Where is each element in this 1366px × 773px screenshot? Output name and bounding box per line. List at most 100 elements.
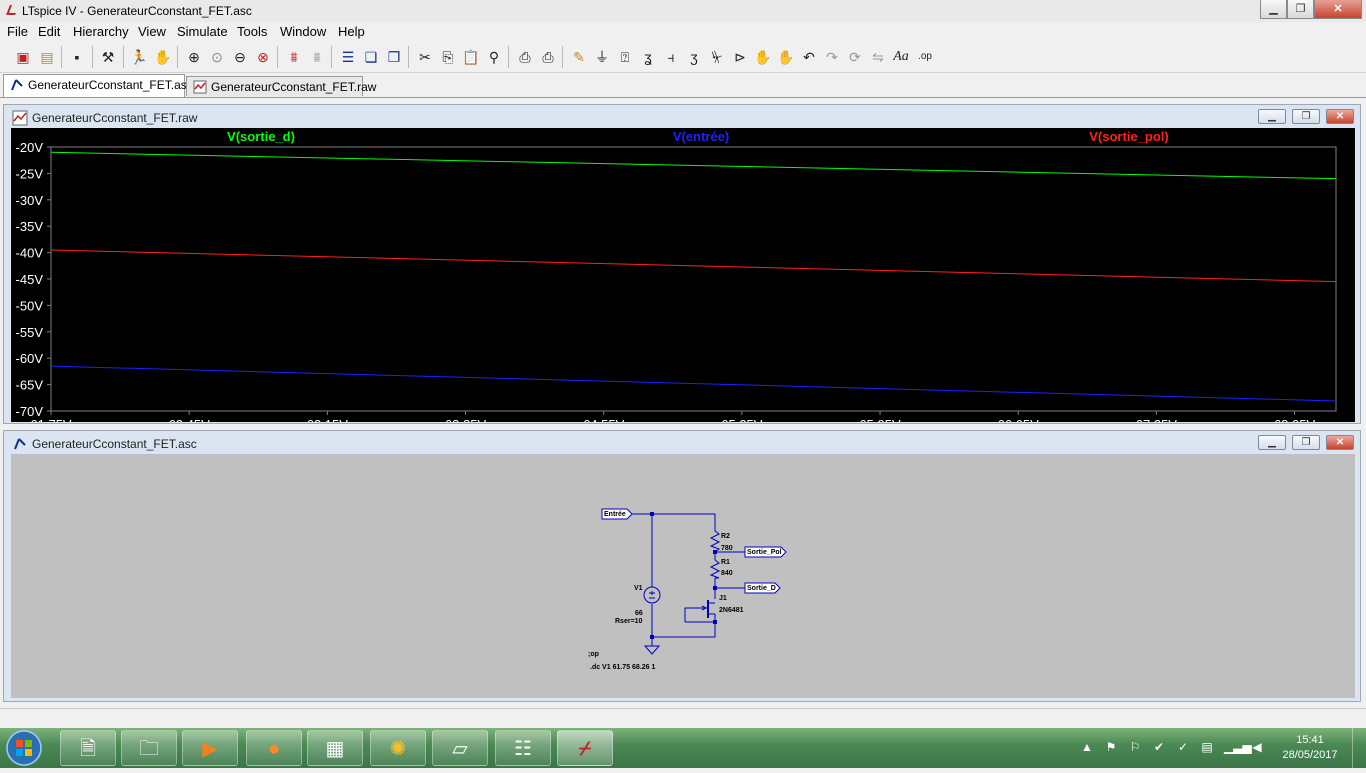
document-tab-bar: GenerateurCconstant_FET.asc GenerateurCc…: [0, 73, 1366, 98]
clock-date[interactable]: 28/05/2017: [1280, 749, 1340, 761]
text-icon[interactable]: Aa: [892, 48, 910, 66]
waveform-chart[interactable]: -20V -25V -30V -35V -40V -45V -50V -55V -60V -65V…: [11, 128, 1355, 422]
close-button[interactable]: ✕: [1326, 435, 1354, 450]
sync-icon[interactable]: ✓: [1176, 740, 1190, 754]
resistor-icon[interactable]: ʓ: [639, 48, 657, 66]
start-button[interactable]: [4, 728, 54, 768]
volume-icon[interactable]: ◀: [1250, 740, 1264, 754]
junctions: [650, 512, 717, 639]
taskbar: 🗎 🗀 ▶ ● ▦ ✺ ▱ ☷ ⌿ ▲ ⚑ ⚐ ✔ ✓ ▤ ▁▃▅ ◀ 15:4…: [0, 728, 1366, 768]
copy-icon[interactable]: ⎘: [439, 48, 457, 66]
tab-waveform[interactable]: GenerateurCconstant_FET.raw: [186, 76, 376, 96]
waveform-plot[interactable]: -20V -25V -30V -35V -40V -45V -50V -55V -60V -65V…: [11, 128, 1355, 422]
restore-button[interactable]: ❐: [1292, 109, 1320, 124]
x-tick-label: 63.15V: [307, 417, 349, 422]
menu-simulate[interactable]: Simulate: [177, 24, 228, 39]
label-net-icon[interactable]: ⍰: [616, 48, 634, 66]
flag-icon[interactable]: ⚐: [1128, 740, 1142, 754]
ground-icon[interactable]: ⏚: [593, 48, 611, 66]
capacitor-icon[interactable]: ⫞: [662, 48, 680, 66]
tab-schematic[interactable]: GenerateurCconstant_FET.asc: [3, 74, 193, 97]
find-icon[interactable]: ⚲: [485, 48, 503, 66]
toolbar-separator: [562, 46, 563, 68]
spice-directive-icon[interactable]: .op: [916, 48, 934, 66]
taskbar-documents[interactable]: ☷: [495, 730, 551, 766]
compass-icon: ✺: [389, 738, 407, 760]
restore-button[interactable]: ❐: [1292, 435, 1320, 450]
new-schematic-icon[interactable]: ▣: [14, 48, 32, 66]
close-button[interactable]: ✕: [1314, 0, 1362, 19]
signal-icon[interactable]: ▁▃▅: [1224, 740, 1252, 754]
zoom-out-icon[interactable]: ⊖: [231, 48, 249, 66]
schematic-canvas[interactable]: Entrée Sortie_Pol Sortie_D R2 780 R1 840…: [11, 454, 1355, 698]
inductor-icon[interactable]: ʒ: [685, 48, 703, 66]
taskbar-wordpad[interactable]: 🗎: [60, 730, 116, 766]
halt-icon[interactable]: ✋: [154, 48, 172, 66]
cut-icon[interactable]: ✂: [416, 48, 434, 66]
drag-icon[interactable]: ✋: [777, 48, 795, 66]
menu-tools[interactable]: Tools: [237, 24, 267, 39]
clock-time[interactable]: 15:41: [1280, 734, 1340, 746]
menu-edit[interactable]: Edit: [38, 24, 60, 39]
r1-value: 840: [721, 570, 733, 577]
rotate-icon[interactable]: ⟳: [846, 48, 864, 66]
y-tick-label: -45V: [16, 272, 44, 287]
save-icon[interactable]: ▪: [68, 48, 86, 66]
paste-icon[interactable]: 📋: [462, 48, 480, 66]
taskbar-calculator[interactable]: ▦: [307, 730, 363, 766]
maximize-button[interactable]: ❐: [1287, 0, 1314, 19]
update-icon[interactable]: ✔: [1152, 740, 1166, 754]
menu-window[interactable]: Window: [280, 24, 326, 39]
print-icon[interactable]: ⎙: [539, 48, 557, 66]
zoom-in-icon[interactable]: ⊕: [185, 48, 203, 66]
schematic-drawing[interactable]: Entrée Sortie_Pol Sortie_D R2 780 R1 840…: [11, 454, 1355, 698]
move-icon[interactable]: ✋: [754, 48, 772, 66]
taskbar-ltspice[interactable]: ⌿: [557, 730, 613, 766]
minimize-button[interactable]: ▁: [1260, 0, 1287, 19]
network-center-icon[interactable]: ⚑: [1104, 740, 1118, 754]
show-desktop-button[interactable]: [1352, 728, 1366, 768]
open-icon[interactable]: ▤: [38, 48, 56, 66]
minimize-button[interactable]: ▁: [1258, 109, 1286, 124]
ltspice-icon: ⌿: [579, 738, 591, 760]
draw-wire-icon[interactable]: ✎: [570, 48, 588, 66]
device-icon[interactable]: ▤: [1200, 740, 1214, 754]
menu-view[interactable]: View: [138, 24, 166, 39]
x-tick-label: 63.85V: [445, 417, 487, 422]
cascade-icon[interactable]: ❏: [362, 48, 380, 66]
minimize-button[interactable]: ▁: [1258, 435, 1286, 450]
tile-horizontal-icon[interactable]: ☰: [339, 48, 357, 66]
menu-help[interactable]: Help: [338, 24, 365, 39]
close-button[interactable]: ✕: [1326, 109, 1354, 124]
pan-icon[interactable]: ⊙: [208, 48, 226, 66]
ltspice-logo-icon: [6, 5, 16, 15]
title-bar: LTspice IV - GenerateurCconstant_FET.asc…: [0, 0, 1366, 23]
zoom-fit-icon[interactable]: ⊗: [254, 48, 272, 66]
y-tick-label: -25V: [16, 166, 44, 181]
x-tick-label: 68.05V: [1274, 417, 1316, 422]
taskbar-explorer[interactable]: 🗀: [121, 730, 177, 766]
tile-vertical-icon[interactable]: ❐: [385, 48, 403, 66]
taskbar-notes[interactable]: ▱: [432, 730, 488, 766]
media-player-icon: ▶: [202, 738, 218, 760]
redo-icon[interactable]: ↷: [823, 48, 841, 66]
taskbar-app[interactable]: ✺: [370, 730, 426, 766]
mirror-icon[interactable]: ⇋: [869, 48, 887, 66]
component-icon[interactable]: ⊳: [731, 48, 749, 66]
diode-icon[interactable]: ⏧: [708, 48, 726, 66]
show-hidden-icons[interactable]: ▲: [1080, 740, 1094, 754]
y-tick-label: -55V: [16, 325, 44, 340]
net-label-sortie-d: Sortie_D: [747, 585, 776, 592]
taskbar-media-player[interactable]: ▶: [182, 730, 238, 766]
control-panel-icon[interactable]: ⚒: [99, 48, 117, 66]
menu-file[interactable]: File: [7, 24, 28, 39]
undo-icon[interactable]: ↶: [800, 48, 818, 66]
series-line: [50, 249, 1337, 283]
taskbar-firefox[interactable]: ●: [246, 730, 302, 766]
run-icon[interactable]: 🏃: [130, 48, 148, 66]
delete-trace-icon[interactable]: ⩩: [308, 48, 326, 66]
y-tick-label: -40V: [16, 246, 44, 261]
menu-hierarchy[interactable]: Hierarchy: [73, 24, 129, 39]
print-preview-icon[interactable]: ⎙: [516, 48, 534, 66]
autorange-icon[interactable]: ⩩: [285, 48, 303, 66]
